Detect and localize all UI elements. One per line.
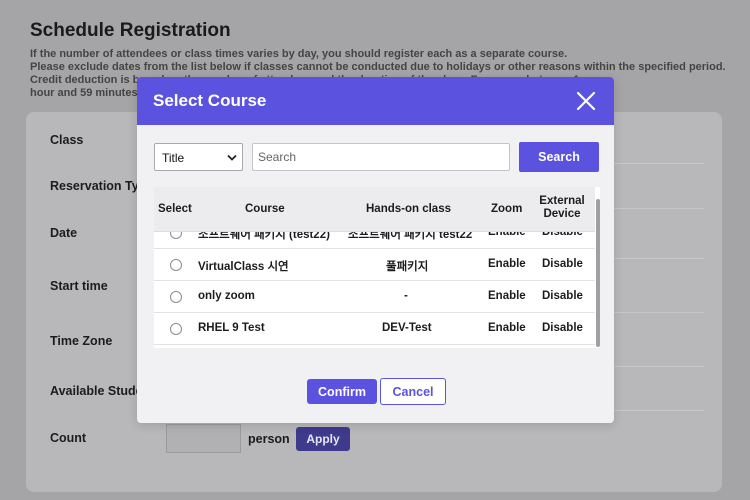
- date-label: Date: [50, 226, 78, 240]
- time-zone-label: Time Zone: [50, 334, 113, 348]
- external-device-cell: Disable: [542, 322, 583, 334]
- column-header-select: Select: [158, 203, 192, 215]
- count-label: Count: [50, 431, 87, 445]
- table-header: Select Course Hands-on class Zoom Extern…: [154, 187, 595, 232]
- column-header-hands-on: Hands-on class: [366, 203, 451, 215]
- form-divider: [614, 163, 704, 164]
- search-filter-select[interactable]: Title: [154, 143, 243, 171]
- external-device-cell: Disable: [542, 258, 583, 270]
- course-cell: RHEL 9 Test: [198, 322, 265, 334]
- form-divider: [614, 410, 704, 411]
- column-header-zoom: Zoom: [491, 203, 523, 215]
- course-cell: only zoom: [198, 290, 255, 302]
- dialog-title: Select Course: [153, 91, 267, 110]
- filter-selected-value: Title: [162, 151, 185, 165]
- scrollbar-thumb[interactable]: [596, 199, 600, 347]
- external-header-line: External: [539, 195, 585, 207]
- hands-on-cell: -: [404, 290, 408, 302]
- course-table: 소프트웨어 패키지 (test22) 소프트웨어 패키지 test22 Enab…: [154, 187, 600, 348]
- table-row[interactable]: only zoom - Enable Disable: [154, 281, 595, 313]
- row-radio[interactable]: [170, 323, 182, 335]
- column-header-course: Course: [245, 203, 285, 215]
- form-divider: [614, 258, 704, 259]
- external-header-line: Device: [543, 208, 581, 220]
- class-label: Class: [50, 133, 84, 147]
- chevron-down-icon: [227, 154, 237, 161]
- dialog-header: Select Course: [137, 77, 614, 125]
- zoom-cell: Enable: [488, 290, 526, 302]
- notice-line: If the number of attendees or class time…: [30, 48, 568, 60]
- column-header-external-device: External Device: [537, 195, 587, 221]
- table-row[interactable]: RHEL 9 Test DEV-Test Enable Disable: [154, 313, 595, 345]
- zoom-cell: Enable: [488, 258, 526, 270]
- row-radio[interactable]: [170, 259, 182, 271]
- confirm-button[interactable]: Confirm: [307, 379, 377, 404]
- close-icon: [576, 91, 596, 111]
- hands-on-cell: DEV-Test: [382, 322, 432, 334]
- course-cell: VirtualClass 시연: [198, 261, 289, 273]
- hands-on-cell: 풀패키지: [386, 261, 429, 273]
- select-course-dialog: Select Course Title Search 소프트웨어 패키지 (te…: [137, 77, 614, 423]
- page-title: Schedule Registration: [30, 20, 231, 41]
- search-input[interactable]: [252, 143, 510, 171]
- zoom-cell: Enable: [488, 322, 526, 334]
- search-button[interactable]: Search: [519, 142, 599, 172]
- table-row[interactable]: VirtualClass 시연 풀패키지 Enable Disable: [154, 249, 595, 281]
- external-device-cell: Disable: [542, 290, 583, 302]
- notice-line: Please exclude dates from the list below…: [30, 61, 726, 73]
- form-divider: [614, 312, 704, 313]
- form-divider: [614, 366, 704, 367]
- start-time-label: Start time: [50, 279, 108, 293]
- row-radio[interactable]: [170, 291, 182, 303]
- count-input[interactable]: [166, 424, 241, 453]
- cancel-button[interactable]: Cancel: [380, 378, 446, 405]
- count-unit: person: [248, 432, 290, 446]
- close-button[interactable]: [574, 89, 598, 113]
- table-scrollbar[interactable]: [595, 187, 600, 348]
- apply-button[interactable]: Apply: [296, 427, 350, 451]
- search-row: Title Search: [154, 142, 599, 172]
- form-divider: [614, 208, 704, 209]
